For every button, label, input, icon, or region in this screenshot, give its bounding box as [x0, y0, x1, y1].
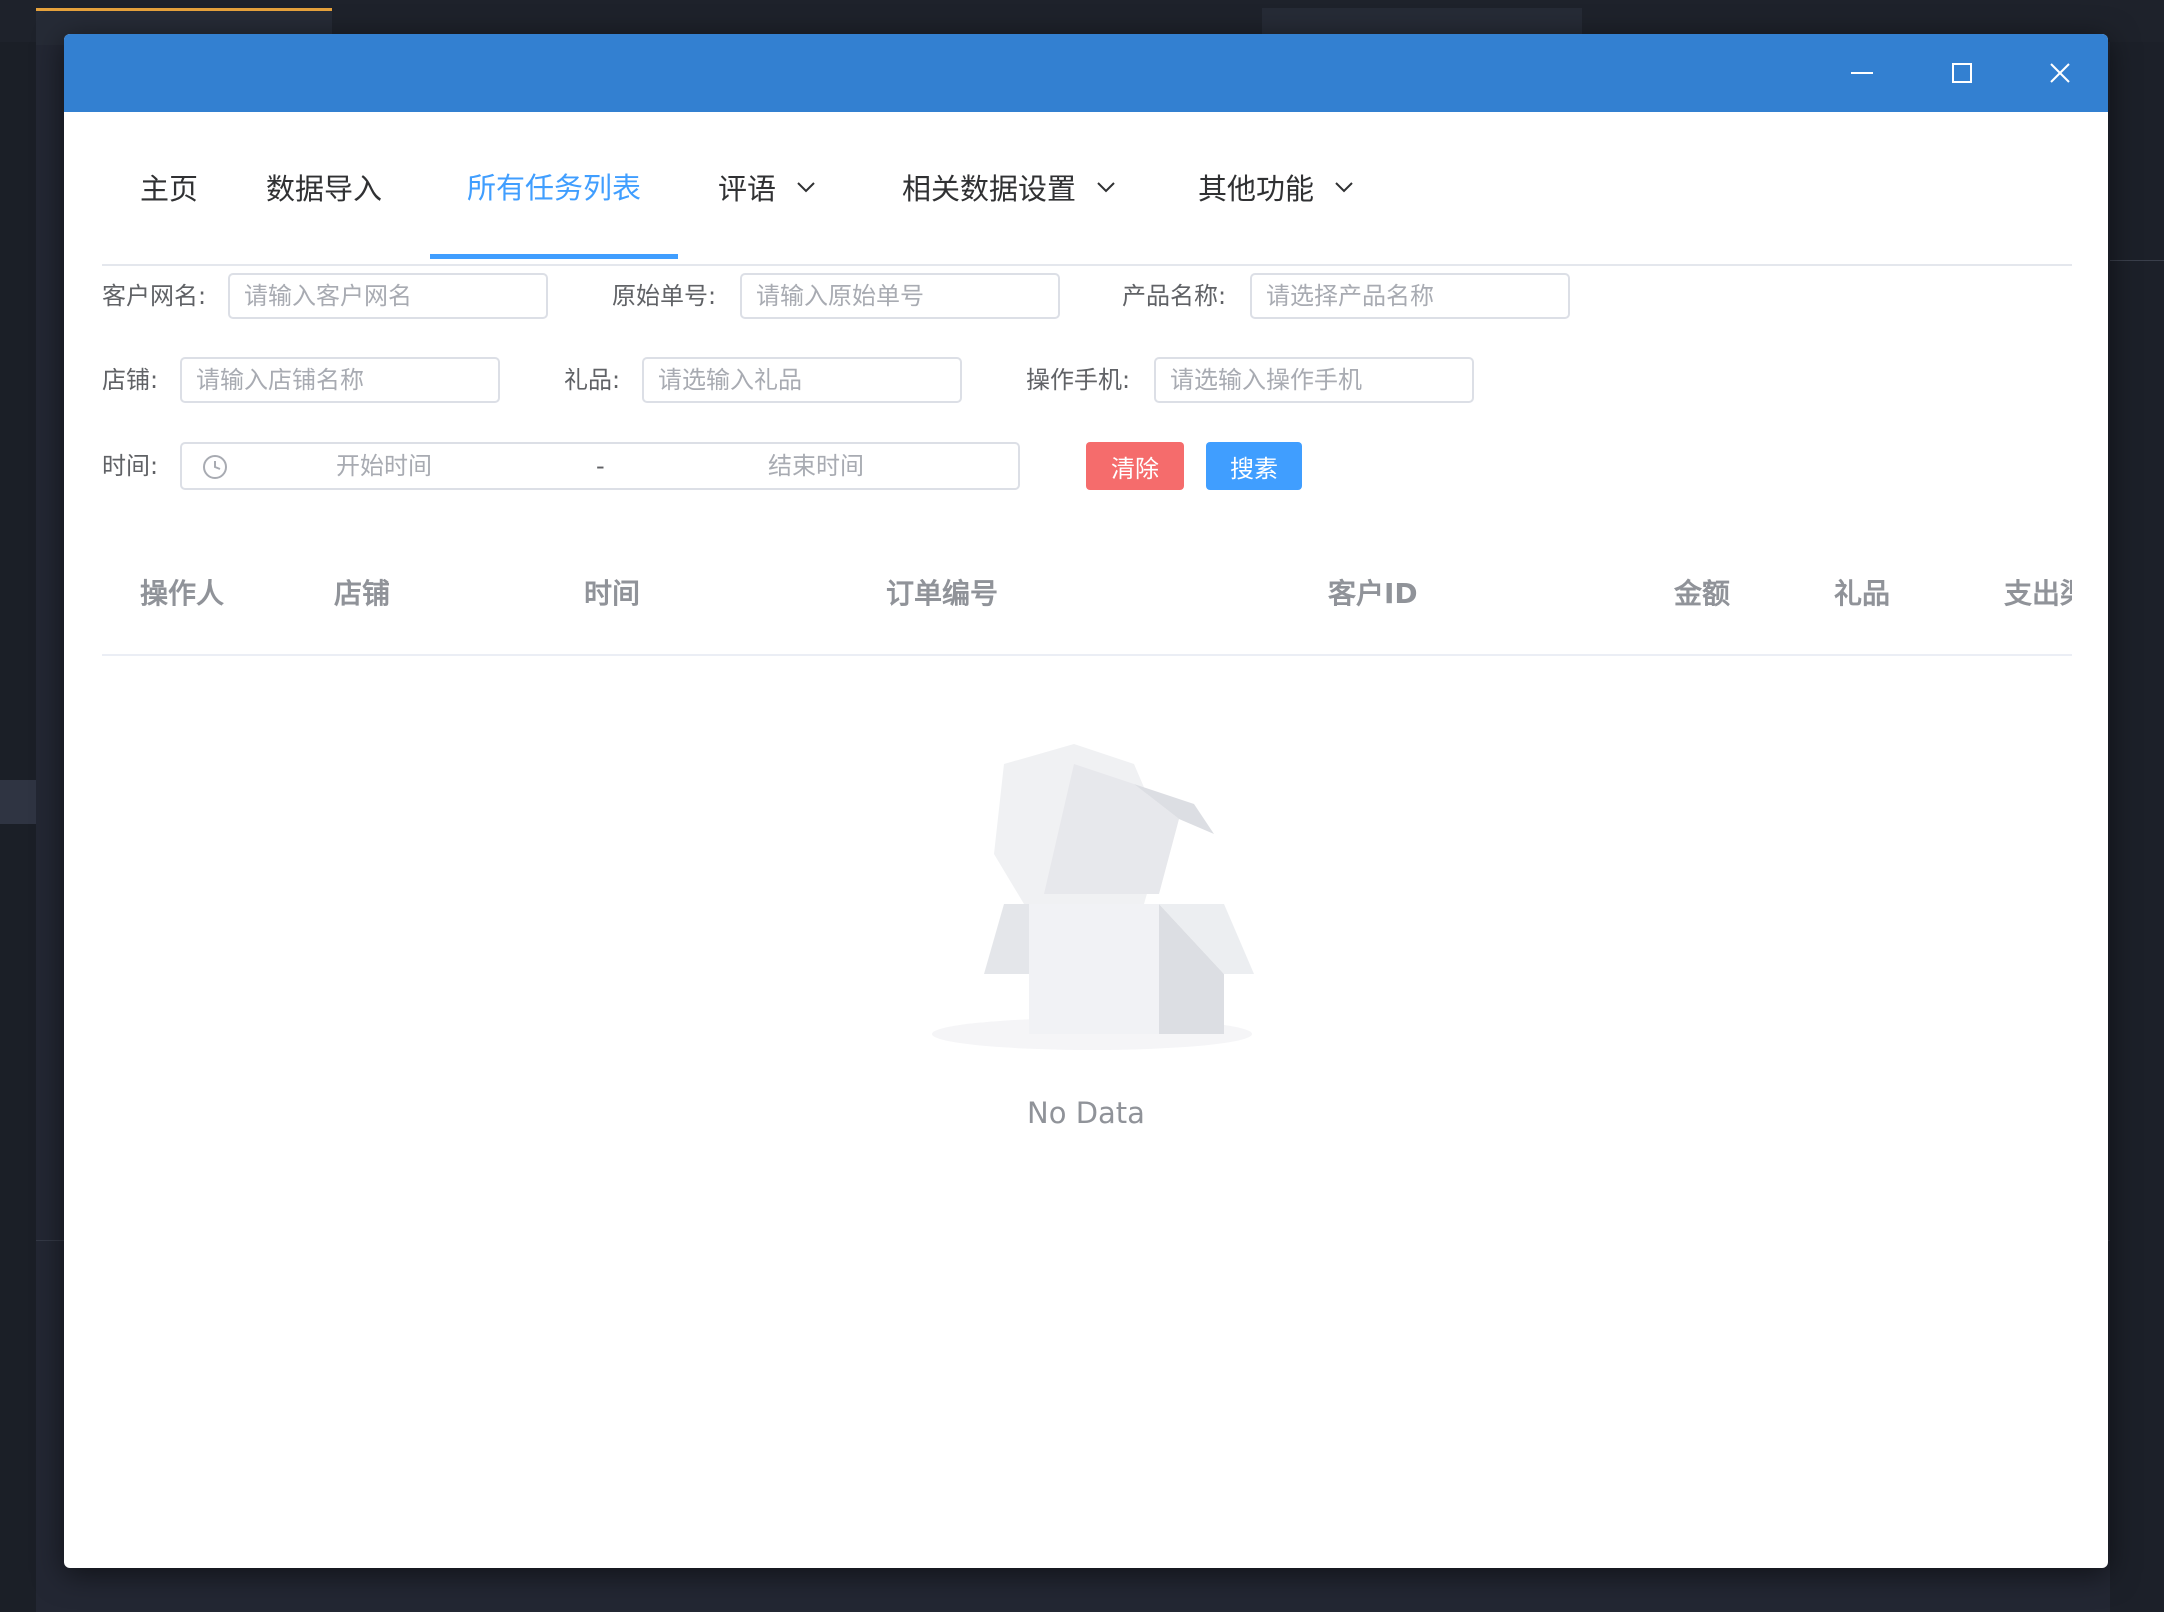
maximize-button[interactable] — [1912, 34, 2012, 112]
nav-item-label: 所有任务列表 — [466, 170, 641, 205]
nav-item-all-tasks[interactable]: 所有任务列表 — [430, 112, 678, 259]
empty-box-icon — [932, 744, 1254, 1050]
column-header-time[interactable]: 时间 — [584, 534, 640, 654]
column-header-operator[interactable]: 操作人 — [140, 534, 224, 654]
nav-item-label: 相关数据设置 — [902, 172, 1077, 206]
nav-item-label: 数据导入 — [266, 172, 383, 206]
date-range-separator: - — [596, 452, 605, 480]
nav-item-other-functions[interactable]: 其他功能 — [1198, 112, 1354, 262]
minimize-icon — [1851, 72, 1873, 74]
chevron-down-icon — [1335, 182, 1353, 193]
clear-button[interactable]: 清除 — [1086, 442, 1184, 490]
app-window: 主页 数据导入 所有任务列表 评语 相关数据设置 其他功能 客户网名: 原始单号… — [64, 34, 2108, 1568]
nav-menu: 主页 数据导入 所有任务列表 评语 相关数据设置 其他功能 — [102, 112, 2072, 266]
column-header-order-number[interactable]: 订单编号 — [886, 534, 998, 654]
operator-phone-label: 操作手机: — [1026, 366, 1131, 394]
column-header-customer-id[interactable]: 客户ID — [1328, 534, 1418, 654]
title-bar — [64, 34, 2108, 112]
search-button[interactable]: 搜素 — [1206, 442, 1302, 490]
product-name-label: 产品名称: — [1122, 282, 1227, 310]
nav-item-label: 主页 — [140, 172, 199, 206]
background-activity-bar — [0, 42, 36, 1612]
gift-label: 礼品: — [564, 366, 621, 394]
chevron-down-icon — [1097, 182, 1115, 193]
time-label: 时间: — [102, 452, 159, 480]
background-right-panel — [2110, 42, 2164, 1612]
clock-icon — [203, 455, 227, 479]
background-activity-marker — [0, 780, 36, 824]
nav-item-comments[interactable]: 评语 — [718, 112, 816, 262]
table-header: 操作人 店铺 时间 订单编号 客户ID 金额 礼品 支出渠道 — [102, 534, 2072, 656]
close-button[interactable] — [2010, 34, 2108, 112]
operator-phone-input[interactable] — [1154, 357, 1474, 403]
column-header-expense-channel[interactable]: 支出渠道 — [2004, 534, 2072, 654]
store-input[interactable] — [180, 357, 500, 403]
nav-item-data-import[interactable]: 数据导入 — [266, 112, 382, 262]
column-header-gift[interactable]: 礼品 — [1834, 534, 1890, 654]
nav-item-label: 评语 — [718, 172, 777, 206]
original-order-label: 原始单号: — [612, 282, 717, 310]
empty-state-text: No Data — [1027, 1096, 1145, 1130]
column-header-amount[interactable]: 金额 — [1674, 534, 1730, 654]
nav-item-data-settings[interactable]: 相关数据设置 — [902, 112, 1116, 262]
product-name-select[interactable] — [1250, 273, 1570, 319]
chevron-down-icon — [797, 182, 815, 193]
customer-name-input[interactable] — [228, 273, 548, 319]
customer-name-label: 客户网名: — [102, 282, 207, 310]
background-divider — [2110, 260, 2164, 261]
gift-input[interactable] — [642, 357, 962, 403]
nav-item-label: 其他功能 — [1198, 172, 1315, 206]
start-time-input[interactable]: 开始时间 — [336, 444, 432, 488]
column-header-store[interactable]: 店铺 — [334, 534, 390, 654]
maximize-icon — [1952, 63, 1972, 83]
original-order-input[interactable] — [740, 273, 1060, 319]
close-icon — [2050, 63, 2070, 83]
date-range-picker[interactable]: 开始时间 - 结束时间 — [180, 442, 1020, 490]
store-label: 店铺: — [102, 366, 159, 394]
end-time-input[interactable]: 结束时间 — [768, 444, 864, 488]
nav-item-home[interactable]: 主页 — [140, 112, 198, 262]
minimize-button[interactable] — [1812, 34, 1912, 112]
